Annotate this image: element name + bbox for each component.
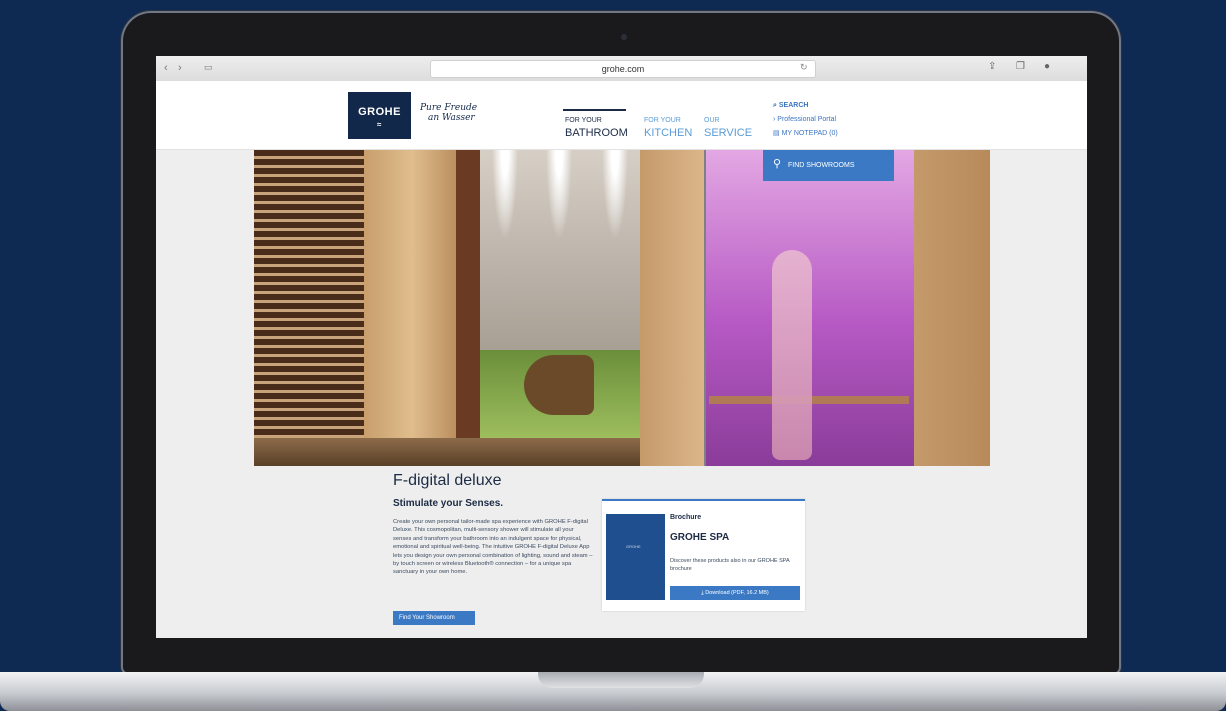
person-figure <box>772 250 812 460</box>
lounge-chair <box>524 355 594 415</box>
thumbnail-logo: GROHE <box>626 544 641 549</box>
share-icon[interactable]: ⇪ <box>988 61 996 72</box>
search-label: SEARCH <box>778 102 809 109</box>
tab-big-label: KITCHEN <box>644 127 693 139</box>
back-icon[interactable]: ‹ <box>164 62 168 74</box>
tabs-icon[interactable]: ❐ <box>1016 61 1025 72</box>
tab-kitchen[interactable]: FOR YOUR KITCHEN <box>644 115 692 139</box>
tagline-line2: an Wasser <box>428 113 475 123</box>
wood-wall <box>914 150 990 466</box>
reload-icon[interactable]: ↻ <box>800 62 808 73</box>
tab-big-label: BATHROOM <box>565 127 628 139</box>
logo-text: GROHE <box>358 106 401 118</box>
notepad-link[interactable]: ▤ MY NOTEPAD (0) <box>773 127 838 141</box>
sidebar-icon[interactable]: ▭ <box>204 62 213 73</box>
waves-icon: ≈ <box>377 120 382 129</box>
location-pin-icon: ⚲ <box>773 158 782 170</box>
brochure-card: GROHE Brochure GROHE SPA Discover these … <box>602 499 805 611</box>
page-subtitle: Stimulate your Senses. <box>393 498 504 509</box>
extension-icon[interactable]: ● <box>1044 61 1050 72</box>
floor <box>254 438 654 466</box>
hero-image <box>254 150 990 466</box>
tagline-line1: Pure Freude <box>420 103 478 113</box>
wood-wall <box>364 150 460 466</box>
site-header: GROHE ≈ Pure Freude an Wasser FOR YOUR B… <box>156 81 1087 150</box>
brochure-title: GROHE SPA <box>670 532 730 543</box>
find-showrooms-button[interactable]: ⚲ FIND SHOWROOMS <box>763 150 894 181</box>
brochure-description: Discover these products also in our GROH… <box>670 558 790 572</box>
tab-big-label: SERVICE <box>704 127 753 139</box>
pillar <box>456 150 480 440</box>
utility-links: ⌕ SEARCH › Professional Portal ▤ MY NOTE… <box>773 99 838 141</box>
ceiling-light <box>492 150 518 240</box>
brochure-kicker: Brochure <box>670 514 702 521</box>
screen: ‹ › ▭ grohe.com ↻ ⇪ ❐ ● GROHE ≈ Pure Fre… <box>156 56 1087 638</box>
ceiling-light <box>602 150 628 240</box>
search-link[interactable]: ⌕ SEARCH <box>773 99 838 113</box>
tagline: Pure Freude an Wasser <box>420 103 477 123</box>
laptop-notch <box>538 672 704 688</box>
find-showroom-button[interactable]: Find Your Showroom <box>393 611 475 625</box>
ceiling-light <box>546 150 572 240</box>
tab-service[interactable]: OUR SERVICE <box>704 115 752 139</box>
professional-portal-link[interactable]: › Professional Portal <box>773 113 838 127</box>
shutters <box>254 150 364 438</box>
tab-small-label: FOR YOUR <box>565 117 602 124</box>
camera-icon <box>621 34 627 40</box>
browser-toolbar: ‹ › ▭ grohe.com ↻ ⇪ ❐ ● <box>156 56 1087 82</box>
showrooms-label: FIND SHOWROOMS <box>788 162 855 169</box>
download-button[interactable]: ⤓ Download (PDF, 16.2 MB) <box>670 586 800 600</box>
notepad-label: MY NOTEPAD (0) <box>781 130 838 137</box>
professional-label: Professional Portal <box>777 116 837 123</box>
tab-bathroom[interactable]: FOR YOUR BATHROOM <box>565 115 628 139</box>
download-label: Download (PDF, 16.2 MB) <box>705 590 769 596</box>
page-body: F-digital deluxe Stimulate your Senses. … <box>156 150 1087 638</box>
url-bar[interactable]: grohe.com <box>430 60 816 78</box>
tab-small-label: FOR YOUR <box>644 117 681 124</box>
tab-small-label: OUR <box>704 117 720 124</box>
forward-icon[interactable]: › <box>178 62 182 74</box>
brochure-thumbnail[interactable]: GROHE <box>606 514 665 600</box>
page-description: Create your own personal tailor-made spa… <box>393 519 593 576</box>
wood-wall <box>640 150 704 466</box>
page-title: F-digital deluxe <box>393 472 502 489</box>
active-tab-indicator <box>563 109 626 111</box>
notepad-icon: ▤ <box>773 130 782 137</box>
grohe-logo[interactable]: GROHE ≈ <box>348 92 411 139</box>
